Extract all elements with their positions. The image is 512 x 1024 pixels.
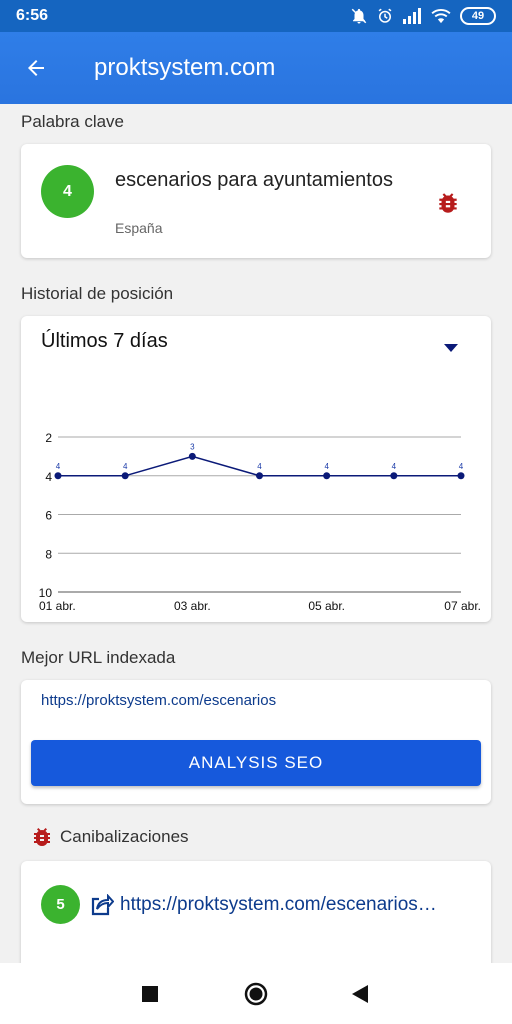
open-external-icon — [91, 893, 114, 915]
analysis-seo-button[interactable]: ANALYSIS SEO — [31, 740, 481, 786]
data-point — [121, 472, 129, 480]
status-time: 6:56 — [16, 7, 49, 24]
data-label: 4 — [324, 462, 329, 471]
best-url-link[interactable]: https://proktsystem.com/escenarios — [41, 692, 276, 709]
square-icon — [142, 986, 158, 1002]
data-point — [54, 472, 62, 480]
y-tick-label: 2 — [45, 431, 52, 445]
data-label: 4 — [123, 462, 128, 471]
alarm-icon — [378, 8, 392, 23]
data-label: 4 — [392, 462, 397, 471]
position-chart: 24681001 abr. 03 abr. 05 abr. 07 abr.4 434 4 4… — [39, 431, 481, 613]
cannibalizations-section-label: Canibalizaciones — [60, 827, 189, 846]
bug-icon — [34, 828, 50, 847]
status-icons: 49 — [350, 7, 496, 25]
history-section-label: Historial de posición — [21, 284, 174, 303]
app-bar: proktsystem.com — [0, 32, 512, 104]
triangle-back-icon — [352, 985, 368, 1003]
data-label: 4 — [56, 462, 61, 471]
x-tick-label: 01 abr. — [39, 599, 76, 613]
keyword-text: escenarios para ayuntamientos — [115, 169, 393, 191]
y-tick-label: 4 — [45, 470, 52, 484]
best-url-section-label: Mejor URL indexada — [21, 648, 176, 667]
y-tick-label: 10 — [39, 586, 53, 600]
keyword-section-label: Palabra clave — [21, 112, 125, 131]
data-label: 3 — [190, 442, 195, 451]
arrow-back-icon — [28, 60, 44, 76]
data-label: 4 — [257, 462, 262, 471]
circle-icon — [244, 982, 268, 1006]
data-point — [457, 472, 465, 480]
cannibalization-position-badge: 5 — [41, 885, 80, 924]
back-nav-button[interactable] — [352, 985, 368, 1008]
data-label: 4 — [459, 462, 464, 471]
notifications-off-icon — [351, 8, 367, 24]
best-url-card: https://proktsystem.com/escenarios ANALY… — [21, 680, 491, 804]
cannibalizations-header: Canibalizaciones — [30, 825, 189, 849]
list-item[interactable]: 5 https://proktsystem.com/escenarios… — [41, 885, 437, 924]
recents-button[interactable] — [142, 986, 158, 1007]
bug-icon — [439, 193, 457, 213]
keyword-position-badge: 4 — [41, 165, 94, 218]
page-title: proktsystem.com — [94, 54, 276, 81]
system-nav-bar — [0, 963, 512, 1024]
status-bar: 6:56 49 — [0, 0, 512, 32]
keyword-card: 4 escenarios para ayuntamientos España — [21, 144, 491, 258]
y-tick-label: 6 — [45, 509, 52, 523]
y-tick-label: 8 — [45, 547, 52, 561]
back-button[interactable] — [22, 54, 50, 82]
data-point — [256, 472, 263, 480]
keyword-country: España — [115, 220, 163, 236]
wifi-icon — [431, 9, 451, 24]
battery-indicator: 49 — [460, 7, 496, 25]
history-card: Últimos 7 días 2 4 6 8 10 01 abr. 03 abr. 05 ab… — [21, 316, 491, 622]
signal-icon — [403, 8, 421, 24]
home-button[interactable] — [244, 982, 268, 1011]
cannibalization-url[interactable]: https://proktsystem.com/escenarios… — [120, 894, 437, 916]
x-tick-label: 03 abr. — [174, 599, 211, 613]
data-point — [188, 452, 196, 460]
cannibalization-bug-button[interactable] — [435, 190, 461, 221]
x-tick-label: 05 abr. — [308, 599, 345, 613]
data-point — [323, 472, 331, 480]
x-tick-label: 07 abr. — [444, 599, 481, 613]
data-point — [390, 472, 398, 480]
